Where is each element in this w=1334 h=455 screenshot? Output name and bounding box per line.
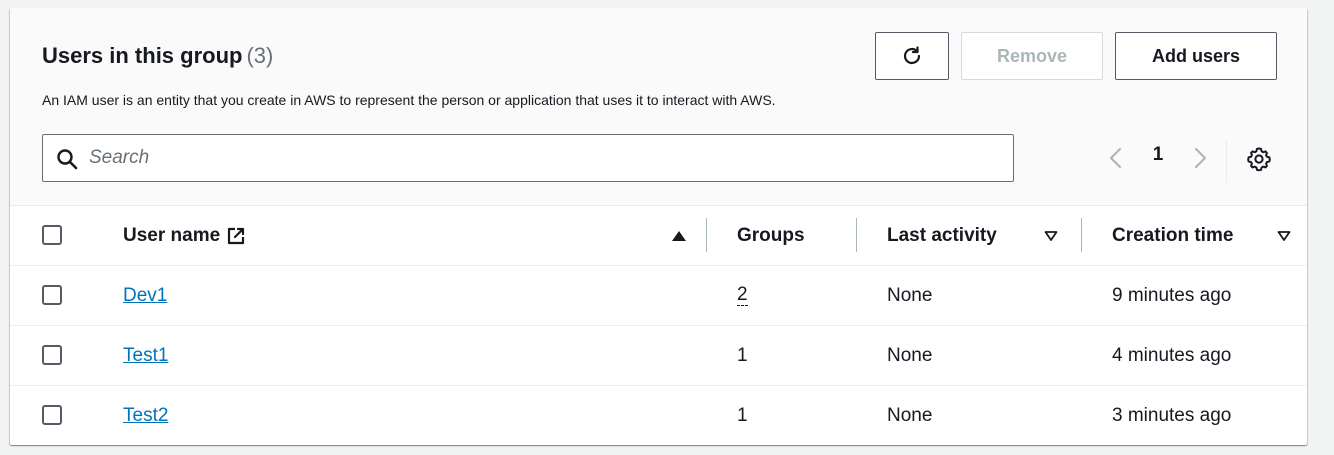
- last-activity-value: None: [887, 284, 933, 306]
- user-name-cell: Test2: [93, 386, 707, 446]
- last-activity-cell: None: [857, 325, 1082, 386]
- sort-caret-down-icon: [1044, 230, 1058, 241]
- groups-count-popover[interactable]: 2: [737, 284, 748, 307]
- groups-cell: 1: [707, 386, 857, 446]
- pagination-divider: [1226, 140, 1227, 182]
- panel-title-text: Users in this group: [42, 43, 243, 68]
- row-checkbox[interactable]: [42, 285, 62, 306]
- chevron-left-icon[interactable]: [1106, 146, 1126, 170]
- last-activity-cell: None: [857, 386, 1082, 446]
- column-label-creation-time: Creation time: [1112, 224, 1234, 246]
- groups-count: 1: [737, 404, 748, 426]
- panel-title: Users in this group (3): [42, 43, 273, 69]
- table-row: Test2 1 None 3 minutes ago: [10, 386, 1307, 446]
- refresh-icon: [903, 46, 921, 65]
- groups-cell: 1: [707, 325, 857, 386]
- remove-button[interactable]: Remove: [961, 32, 1103, 80]
- creation-time-value: 4 minutes ago: [1112, 344, 1232, 366]
- gear-icon[interactable]: [1246, 146, 1272, 172]
- column-header-user-name[interactable]: User name: [93, 206, 707, 266]
- groups-cell: 2: [707, 265, 857, 326]
- sort-ascending-icon: [672, 230, 686, 241]
- row-select-cell: [10, 325, 93, 386]
- row-checkbox[interactable]: [42, 345, 62, 366]
- add-users-button[interactable]: Add users: [1115, 32, 1277, 80]
- select-all-cell: [10, 206, 93, 266]
- row-select-cell: [10, 265, 93, 326]
- table-row: Dev1 2 None 9 minutes ago: [10, 265, 1307, 326]
- row-select-cell: [10, 386, 93, 446]
- chevron-right-icon[interactable]: [1190, 146, 1210, 170]
- user-count: (3): [246, 43, 274, 68]
- creation-time-cell: 3 minutes ago: [1082, 386, 1307, 446]
- creation-time-value: 3 minutes ago: [1112, 404, 1232, 426]
- users-in-group-panel: Users in this group (3) An IAM user is an…: [10, 8, 1307, 445]
- users-table: User name Groups Last activity Creation …: [10, 206, 1307, 445]
- user-name-link[interactable]: Dev1: [123, 285, 167, 307]
- search-input[interactable]: [89, 143, 989, 173]
- external-link-icon: [228, 227, 245, 244]
- user-name-link[interactable]: Test2: [123, 405, 168, 427]
- column-label-user-name: User name: [123, 224, 221, 246]
- user-name-link[interactable]: Test1: [123, 345, 168, 367]
- last-activity-value: None: [887, 344, 933, 366]
- select-all-checkbox[interactable]: [42, 225, 62, 246]
- creation-time-cell: 4 minutes ago: [1082, 325, 1307, 386]
- panel-description: An IAM user is an entity that you create…: [42, 92, 776, 108]
- last-activity-value: None: [887, 404, 933, 426]
- panel-header: Users in this group (3) An IAM user is an…: [10, 8, 1307, 206]
- column-label-last-activity: Last activity: [887, 224, 997, 246]
- table-header-row: User name Groups Last activity Creation …: [10, 206, 1307, 266]
- creation-time-value: 9 minutes ago: [1112, 284, 1232, 306]
- column-header-creation-time[interactable]: Creation time: [1082, 206, 1307, 266]
- column-header-last-activity[interactable]: Last activity: [857, 206, 1082, 266]
- current-page-number[interactable]: 1: [1147, 144, 1169, 168]
- refresh-button[interactable]: [875, 32, 949, 80]
- creation-time-cell: 9 minutes ago: [1082, 265, 1307, 326]
- column-header-groups: Groups: [707, 206, 857, 266]
- user-name-cell: Dev1: [93, 265, 707, 326]
- search-box[interactable]: [42, 134, 1014, 182]
- search-icon: [57, 149, 78, 170]
- row-checkbox[interactable]: [42, 405, 62, 426]
- column-label-groups: Groups: [737, 224, 805, 246]
- last-activity-cell: None: [857, 265, 1082, 326]
- user-name-cell: Test1: [93, 325, 707, 386]
- table-row: Test1 1 None 4 minutes ago: [10, 325, 1307, 386]
- groups-count: 1: [737, 344, 748, 366]
- sort-caret-down-icon: [1277, 230, 1291, 241]
